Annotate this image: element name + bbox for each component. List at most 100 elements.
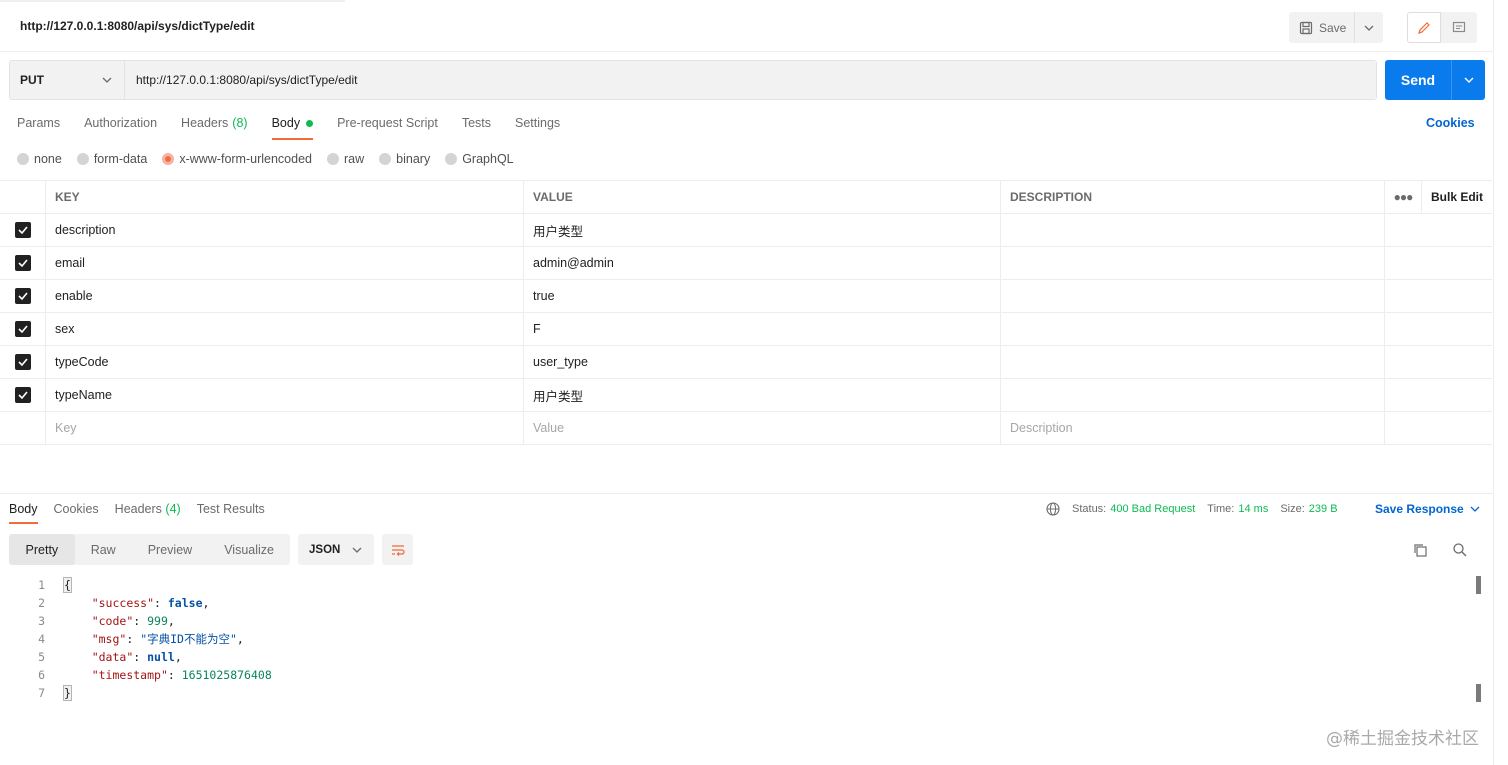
send-options-button[interactable] xyxy=(1452,60,1485,100)
radio-urlencoded[interactable]: x-www-form-urlencoded xyxy=(162,152,312,166)
line-number: 7 xyxy=(38,686,45,700)
description-cell[interactable] xyxy=(1001,214,1385,246)
view-raw[interactable]: Raw xyxy=(75,534,132,565)
header-checkbox-cell xyxy=(0,181,46,213)
method-label: PUT xyxy=(20,73,44,87)
row-checkbox[interactable] xyxy=(14,387,31,403)
save-options-button[interactable] xyxy=(1355,25,1383,31)
scrollbar-marker-top[interactable] xyxy=(1476,576,1481,594)
new-value-input[interactable]: Value xyxy=(524,412,1001,444)
close-brace: } xyxy=(63,685,72,701)
send-button-group[interactable]: Send xyxy=(1385,60,1485,100)
new-key-input[interactable]: Key xyxy=(46,412,524,444)
view-mode-toggle xyxy=(1407,12,1477,43)
url-input[interactable]: http://127.0.0.1:8080/api/sys/dictType/e… xyxy=(125,61,1376,99)
value-cell[interactable]: admin@admin xyxy=(524,247,1001,279)
table-row: sex F xyxy=(0,313,1492,346)
code-line: 7 } xyxy=(0,684,1470,702)
tab-headers-label: Headers xyxy=(181,116,229,130)
response-tab-test-results[interactable]: Test Results xyxy=(197,502,265,526)
view-preview[interactable]: Preview xyxy=(132,534,208,565)
more-options-icon[interactable]: ●●● xyxy=(1385,181,1422,213)
view-pretty[interactable]: Pretty xyxy=(9,534,75,565)
response-divider[interactable] xyxy=(0,493,1494,494)
tab-prerequest-script[interactable]: Pre-request Script xyxy=(337,116,438,140)
response-headers-count: (4) xyxy=(165,502,181,516)
search-icon[interactable] xyxy=(1452,542,1468,561)
description-cell[interactable] xyxy=(1001,247,1385,279)
key-cell[interactable]: enable xyxy=(46,280,524,312)
scrollbar-marker-bottom[interactable] xyxy=(1476,684,1481,702)
description-cell[interactable] xyxy=(1001,346,1385,378)
row-checkbox[interactable] xyxy=(14,222,31,238)
check-icon xyxy=(17,358,28,366)
key-cell[interactable]: description xyxy=(46,214,524,246)
row-checkbox[interactable] xyxy=(14,288,31,304)
row-checkbox[interactable] xyxy=(14,354,31,370)
column-header-value: VALUE xyxy=(524,181,1001,213)
value-cell[interactable]: true xyxy=(524,280,1001,312)
tab-params[interactable]: Params xyxy=(17,116,60,140)
code-line: 6 "timestamp": 1651025876408 xyxy=(0,666,1470,684)
key-cell[interactable]: email xyxy=(46,247,524,279)
response-tab-headers-label: Headers xyxy=(114,502,162,516)
value-cell[interactable]: user_type xyxy=(524,346,1001,378)
send-button[interactable]: Send xyxy=(1385,60,1452,100)
key-cell[interactable]: typeCode xyxy=(46,346,524,378)
radio-raw[interactable]: raw xyxy=(327,152,364,166)
description-cell[interactable] xyxy=(1001,280,1385,312)
chevron-down-icon xyxy=(352,547,362,553)
row-checkbox[interactable] xyxy=(14,321,31,337)
row-spacer xyxy=(1385,214,1492,246)
tab-tests[interactable]: Tests xyxy=(462,116,491,140)
radio-dot xyxy=(76,153,89,165)
response-tab-cookies[interactable]: Cookies xyxy=(54,502,99,526)
key-cell[interactable]: sex xyxy=(46,313,524,345)
code-line: 2 "success": false, xyxy=(0,594,1470,612)
tab-settings[interactable]: Settings xyxy=(515,116,560,140)
description-cell[interactable] xyxy=(1001,379,1385,411)
key-cell[interactable]: typeName xyxy=(46,379,524,411)
response-tab-headers[interactable]: Headers (4) xyxy=(115,502,181,526)
tab-headers[interactable]: Headers (8) xyxy=(181,116,248,140)
json-key: "success" xyxy=(91,596,155,610)
format-select[interactable]: JSON xyxy=(298,534,374,565)
radio-form-data[interactable]: form-data xyxy=(76,152,147,166)
save-button-group[interactable]: Save xyxy=(1289,12,1383,43)
code-line: 3 "code": 999, xyxy=(0,612,1470,630)
comments-button[interactable] xyxy=(1441,12,1477,43)
row-checkbox[interactable] xyxy=(14,255,31,271)
response-body-code[interactable]: 1 { 2 "success": false, 3 "code": 999, 4… xyxy=(0,576,1470,702)
tab-authorization[interactable]: Authorization xyxy=(84,116,157,140)
edit-mode-button[interactable] xyxy=(1407,12,1441,43)
cookies-link[interactable]: Cookies xyxy=(1426,116,1475,130)
description-cell[interactable] xyxy=(1001,313,1385,345)
column-header-description: DESCRIPTION xyxy=(1001,181,1385,213)
time-value[interactable]: 14 ms xyxy=(1238,503,1268,515)
tab-body[interactable]: Body xyxy=(271,116,314,140)
bulk-edit-button[interactable]: Bulk Edit xyxy=(1422,181,1492,213)
copy-icon[interactable] xyxy=(1412,542,1428,561)
line-text: { xyxy=(45,577,72,593)
request-title[interactable]: http://127.0.0.1:8080/api/sys/dictType/e… xyxy=(20,19,255,33)
status-value[interactable]: 400 Bad Request xyxy=(1110,503,1195,515)
line-text: } xyxy=(45,685,72,701)
response-tabs: Body Cookies Headers (4) Test Results xyxy=(9,502,281,526)
save-response-button[interactable]: Save Response xyxy=(1375,502,1480,516)
view-visualize[interactable]: Visualize xyxy=(208,534,290,565)
save-button[interactable]: Save xyxy=(1289,12,1355,43)
row-spacer xyxy=(1385,346,1492,378)
radio-none[interactable]: none xyxy=(17,152,62,166)
response-tab-body[interactable]: Body xyxy=(9,502,38,526)
radio-binary[interactable]: binary xyxy=(379,152,430,166)
method-select[interactable]: PUT xyxy=(10,61,125,99)
value-cell[interactable]: 用户类型 xyxy=(524,214,1001,246)
globe-icon[interactable] xyxy=(1046,502,1060,516)
value-cell[interactable]: F xyxy=(524,313,1001,345)
new-description-input[interactable]: Description xyxy=(1001,412,1385,444)
wrap-lines-button[interactable] xyxy=(382,534,413,565)
radio-graphql[interactable]: GraphQL xyxy=(445,152,514,166)
size-value[interactable]: 239 B xyxy=(1309,503,1338,515)
line-text: "data": null, xyxy=(91,650,182,664)
value-cell[interactable]: 用户类型 xyxy=(524,379,1001,411)
